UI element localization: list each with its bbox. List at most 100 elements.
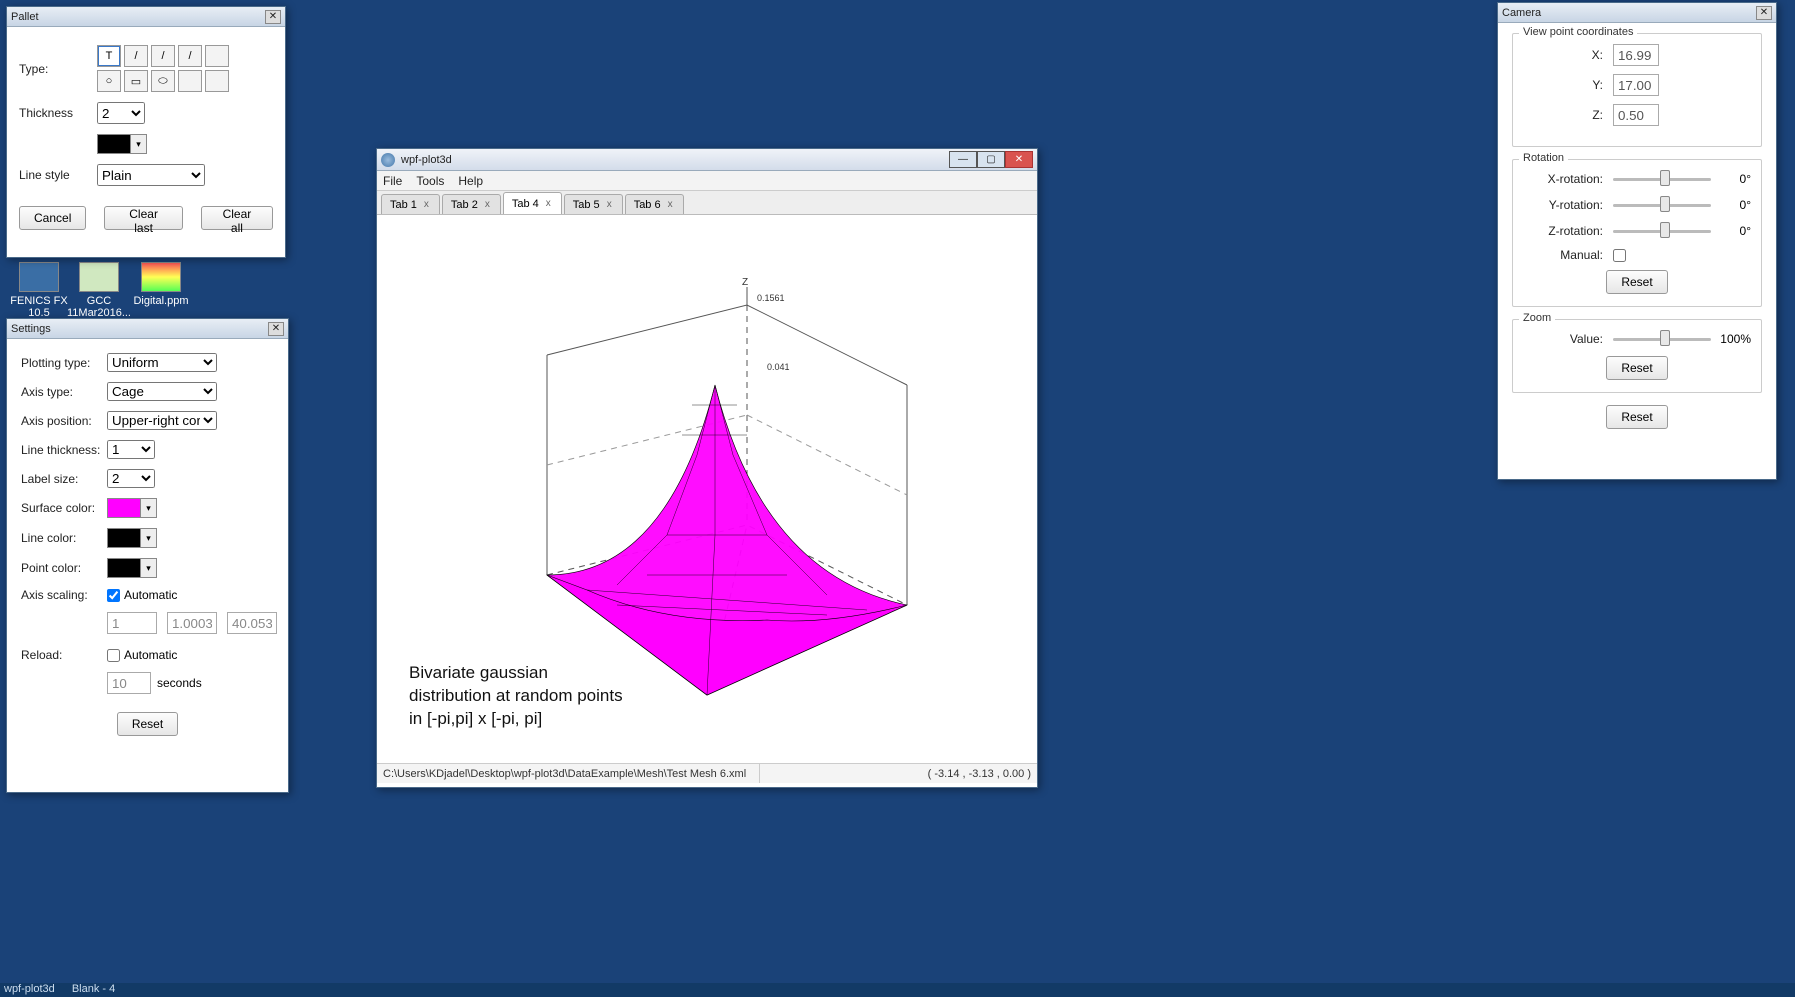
y-input[interactable]: [1613, 74, 1659, 96]
taskbar-item[interactable]: wpf-plot3d: [4, 983, 55, 995]
tool-blank3[interactable]: [205, 70, 229, 92]
minimize-button[interactable]: —: [949, 151, 977, 168]
tool-line2[interactable]: /: [151, 45, 175, 67]
reload-auto-checkbox[interactable]: [107, 649, 120, 662]
reload-seconds-input[interactable]: [107, 672, 151, 694]
statusbar: C:\Users\KDjadel\Desktop\wpf-plot3d\Data…: [377, 763, 1037, 783]
desktop-icon[interactable]: Digital.ppm: [126, 262, 196, 307]
menubar: File Tools Help: [377, 171, 1037, 191]
tab-6[interactable]: Tab 6x: [625, 194, 684, 214]
axis-scaling-auto-checkbox[interactable]: [107, 589, 120, 602]
clear-all-button[interactable]: Clear all: [201, 206, 273, 230]
thickness-select[interactable]: 2: [97, 102, 145, 124]
tab-label: Tab 1: [390, 199, 417, 211]
point-color-dropdown[interactable]: ▾: [141, 558, 157, 578]
rotation-reset-button[interactable]: Reset: [1606, 270, 1667, 294]
x-input[interactable]: [1613, 44, 1659, 66]
axis-position-label: Axis position:: [21, 414, 107, 428]
tab-label: Tab 2: [451, 199, 478, 211]
tab-close-icon[interactable]: x: [544, 198, 553, 209]
close-button[interactable]: ✕: [1005, 151, 1033, 168]
cancel-button[interactable]: Cancel: [19, 206, 86, 230]
zoom-slider[interactable]: [1613, 330, 1711, 348]
automatic-label: Automatic: [124, 588, 177, 602]
label-size-label: Label size:: [21, 472, 107, 486]
tool-line1[interactable]: /: [124, 45, 148, 67]
yrot-slider[interactable]: [1613, 196, 1711, 214]
scale-y-input[interactable]: [167, 612, 217, 634]
thickness-label: Thickness: [19, 106, 97, 120]
manual-checkbox[interactable]: [1613, 249, 1626, 262]
main-title: wpf-plot3d: [401, 154, 452, 166]
settings-titlebar[interactable]: Settings ✕: [7, 319, 288, 339]
tab-1[interactable]: Tab 1 x: [381, 194, 440, 214]
file-icon: [19, 262, 59, 292]
tool-line3[interactable]: /: [178, 45, 202, 67]
axis-position-select[interactable]: Upper-right corner: [107, 411, 217, 430]
maximize-button[interactable]: ▢: [977, 151, 1005, 168]
tab-4[interactable]: Tab 4x: [503, 192, 562, 214]
z-input[interactable]: [1613, 104, 1659, 126]
camera-reset-button[interactable]: Reset: [1606, 405, 1667, 429]
tabbar: Tab 1 x Tab 2 x Tab 4x Tab 5 x Tab 6x: [377, 191, 1037, 215]
menu-help[interactable]: Help: [458, 174, 483, 188]
tool-blank1[interactable]: [205, 45, 229, 67]
taskbar[interactable]: wpf-plot3d Blank - 4: [0, 983, 1795, 997]
camera-window: Camera ✕ View point coordinates X: Y: Z:…: [1497, 2, 1777, 480]
tool-circle[interactable]: ○: [97, 70, 121, 92]
y-label: Y:: [1523, 78, 1613, 92]
line-color-dropdown[interactable]: ▾: [141, 528, 157, 548]
line-thickness-select[interactable]: 1: [107, 440, 155, 459]
axis-type-select[interactable]: Cage: [107, 382, 217, 401]
rotation-group: Rotation X-rotation:0° Y-rotation:0° Z-r…: [1512, 159, 1762, 307]
tool-ellipse[interactable]: ⬭: [151, 70, 175, 92]
xrot-slider[interactable]: [1613, 170, 1711, 188]
tool-rect[interactable]: ▭: [124, 70, 148, 92]
menu-tools[interactable]: Tools: [416, 174, 444, 188]
label-size-select[interactable]: 2: [107, 469, 155, 488]
linestyle-select[interactable]: Plain: [97, 164, 205, 186]
scale-z-input[interactable]: [227, 612, 277, 634]
xrot-label: X-rotation:: [1523, 172, 1613, 186]
tab-2[interactable]: Tab 2 x: [442, 194, 501, 214]
tab-label: Tab 5: [573, 199, 600, 211]
line-thickness-label: Line thickness:: [21, 443, 107, 457]
zrot-value: 0°: [1711, 224, 1751, 238]
close-icon[interactable]: ✕: [265, 10, 281, 24]
tool-blank2[interactable]: [178, 70, 202, 92]
file-icon: [141, 262, 181, 292]
close-icon[interactable]: ✕: [268, 322, 284, 336]
plot-canvas[interactable]: Z 0.1561 0.041 Bivariate gaus: [377, 215, 1037, 763]
zrot-slider[interactable]: [1613, 222, 1711, 240]
tab-close-icon[interactable]: x: [666, 199, 675, 210]
desktop-icon[interactable]: GCC 11Mar2016...: [64, 262, 134, 319]
tool-text[interactable]: T: [97, 45, 121, 67]
x-label: X:: [1523, 48, 1613, 62]
tab-close-icon[interactable]: x: [605, 199, 614, 210]
settings-reset-button[interactable]: Reset: [117, 712, 178, 736]
svg-text:0.1561: 0.1561: [757, 293, 785, 303]
tab-5[interactable]: Tab 5 x: [564, 194, 623, 214]
scale-x-input[interactable]: [107, 612, 157, 634]
camera-titlebar[interactable]: Camera ✕: [1498, 3, 1776, 23]
app-icon: [381, 153, 395, 167]
zoom-reset-button[interactable]: Reset: [1606, 356, 1667, 380]
clear-last-button[interactable]: Clear last: [104, 206, 183, 230]
linestyle-label: Line style: [19, 168, 97, 182]
surface-color-dropdown[interactable]: ▾: [141, 498, 157, 518]
zoom-group: Zoom Value:100% Reset: [1512, 319, 1762, 393]
color-dropdown[interactable]: ▾: [131, 134, 147, 154]
axis-scaling-label: Axis scaling:: [21, 588, 107, 602]
manual-label: Manual:: [1523, 248, 1613, 262]
plotting-type-select[interactable]: Uniform: [107, 353, 217, 372]
pallet-titlebar[interactable]: Pallet ✕: [7, 7, 285, 27]
close-icon[interactable]: ✕: [1756, 6, 1772, 20]
main-titlebar[interactable]: wpf-plot3d — ▢ ✕: [377, 149, 1037, 171]
line-color-label: Line color:: [21, 531, 107, 545]
taskbar-item[interactable]: Blank - 4: [72, 983, 115, 995]
pallet-title: Pallet: [11, 11, 39, 23]
tab-close-icon[interactable]: x: [483, 199, 492, 210]
camera-title: Camera: [1502, 7, 1541, 19]
tab-close-icon[interactable]: x: [422, 199, 431, 210]
menu-file[interactable]: File: [383, 174, 402, 188]
